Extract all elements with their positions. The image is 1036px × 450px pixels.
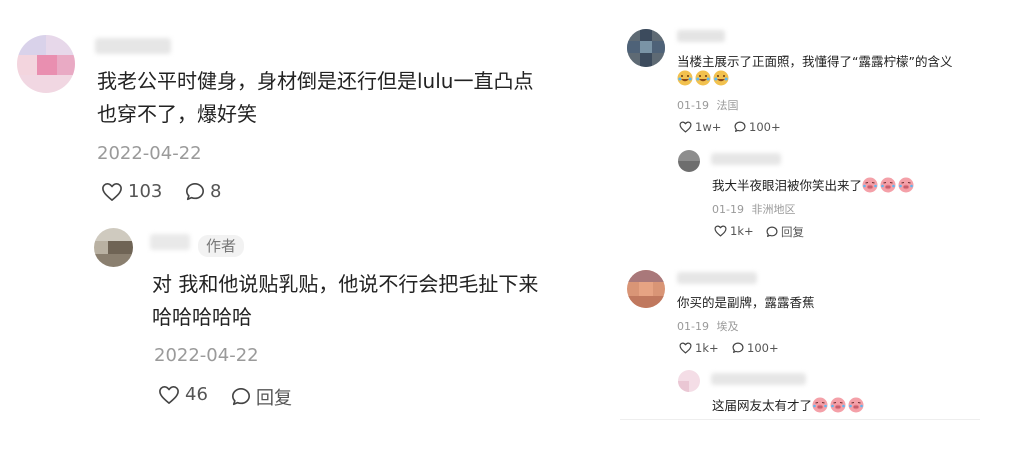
- reply-button[interactable]: 回复: [231, 384, 292, 410]
- pig-laugh-emoji-icon: [862, 177, 878, 196]
- comment-meta: 01-19 埃及: [677, 318, 738, 334]
- comment-meta: 01-19 法国: [677, 97, 738, 113]
- like-button[interactable]: 1w+: [679, 120, 721, 134]
- comment-date: 01-19: [677, 99, 709, 112]
- reply-like-button[interactable]: 46: [158, 384, 208, 405]
- user-avatar[interactable]: [17, 35, 75, 93]
- comment-bubble-icon: [232, 388, 250, 406]
- reply-count: 100+: [747, 341, 779, 355]
- comment-date: 2022-04-22: [97, 143, 202, 164]
- like-button[interactable]: 103: [101, 181, 162, 202]
- comment-date: 01-19: [677, 320, 709, 333]
- username-redacted: [711, 153, 781, 165]
- emoji-row: [862, 177, 914, 196]
- like-button[interactable]: 1k+: [679, 341, 719, 355]
- emoji-row: [677, 70, 729, 90]
- comment-bubble-icon: [766, 226, 778, 237]
- comment-location: 埃及: [716, 320, 739, 333]
- comment-text: 这届网友太有才了: [712, 395, 864, 416]
- reply-count-button[interactable]: 8: [185, 181, 221, 202]
- comment-text: 你买的是副牌，露露香蕉: [677, 295, 815, 310]
- pig-laugh-emoji-icon: [830, 397, 846, 416]
- comment-meta: 01-19 非洲地区: [712, 201, 795, 217]
- laugh-cry-emoji-icon: [713, 70, 729, 90]
- comment-bubble-icon: [186, 182, 204, 200]
- user-avatar[interactable]: [627, 270, 665, 308]
- user-avatar[interactable]: [627, 29, 665, 67]
- reply-label: 回复: [781, 225, 804, 239]
- left-comment-panel: 我老公平时健身，身材倒是还行但是lulu一直凸点 也穿不了，爆好笑 2022-0…: [0, 0, 610, 450]
- user-avatar[interactable]: [678, 150, 700, 172]
- user-avatar[interactable]: [678, 370, 700, 392]
- comment-date: 01-19: [712, 203, 744, 216]
- reply-text-line-1: 对 我和他说贴乳贴，他说不行会把毛扯下来: [152, 272, 539, 296]
- laugh-cry-emoji-icon: [677, 70, 693, 90]
- pig-laugh-emoji-icon: [812, 397, 828, 416]
- reply-label: 回复: [256, 388, 292, 409]
- laugh-cry-emoji-icon: [695, 70, 711, 90]
- reply-button[interactable]: 回复: [766, 224, 804, 240]
- pig-laugh-emoji-icon: [880, 177, 896, 196]
- reply-count-button[interactable]: 100+: [734, 120, 781, 134]
- like-count: 46: [185, 384, 208, 405]
- heart-icon: [679, 121, 692, 133]
- reply-count-button[interactable]: 100+: [732, 341, 779, 355]
- author-avatar[interactable]: [94, 228, 133, 267]
- reply-count: 8: [210, 181, 222, 202]
- heart-icon: [679, 342, 692, 354]
- pig-laugh-emoji-icon: [848, 397, 864, 416]
- like-count: 1k+: [730, 224, 754, 238]
- username-redacted: [711, 373, 806, 385]
- comment-text-line-2: 也穿不了，爆好笑: [97, 102, 257, 126]
- author-name-redacted: [150, 234, 190, 250]
- reply-text-line-2: 哈哈哈哈哈: [152, 305, 252, 329]
- comment-location: 非洲地区: [751, 203, 796, 216]
- heart-icon: [714, 225, 727, 237]
- comment-text: 当楼主展示了正面照，我懂得了“露露柠檬”的含义: [677, 54, 953, 69]
- heart-icon: [102, 182, 122, 201]
- comment-text-line-1: 我老公平时健身，身材倒是还行但是lulu一直凸点: [97, 69, 534, 93]
- comment-location: 法国: [716, 99, 739, 112]
- comment-bubble-icon: [732, 342, 744, 353]
- pig-laugh-emoji-icon: [898, 177, 914, 196]
- bottom-divider: [620, 419, 980, 420]
- like-button[interactable]: 1k+: [714, 224, 754, 238]
- like-count: 1w+: [695, 120, 722, 134]
- like-count: 103: [128, 181, 163, 202]
- comment-bubble-icon: [734, 121, 746, 132]
- reply-count: 100+: [749, 120, 781, 134]
- author-tag-badge: 作者: [198, 235, 244, 257]
- heart-icon: [159, 385, 179, 404]
- right-comment-panel: 当楼主展示了正面照，我懂得了“露露柠檬”的含义 01-19 法国 1w+ 100…: [620, 0, 1020, 450]
- like-count: 1k+: [695, 341, 719, 355]
- username-redacted: [677, 272, 757, 284]
- comment-text: 我大半夜眼泪被你笑出来了: [712, 175, 914, 196]
- reply-date: 2022-04-22: [154, 345, 259, 366]
- username-redacted: [677, 30, 725, 42]
- emoji-row: [812, 397, 864, 416]
- username-redacted: [95, 38, 171, 54]
